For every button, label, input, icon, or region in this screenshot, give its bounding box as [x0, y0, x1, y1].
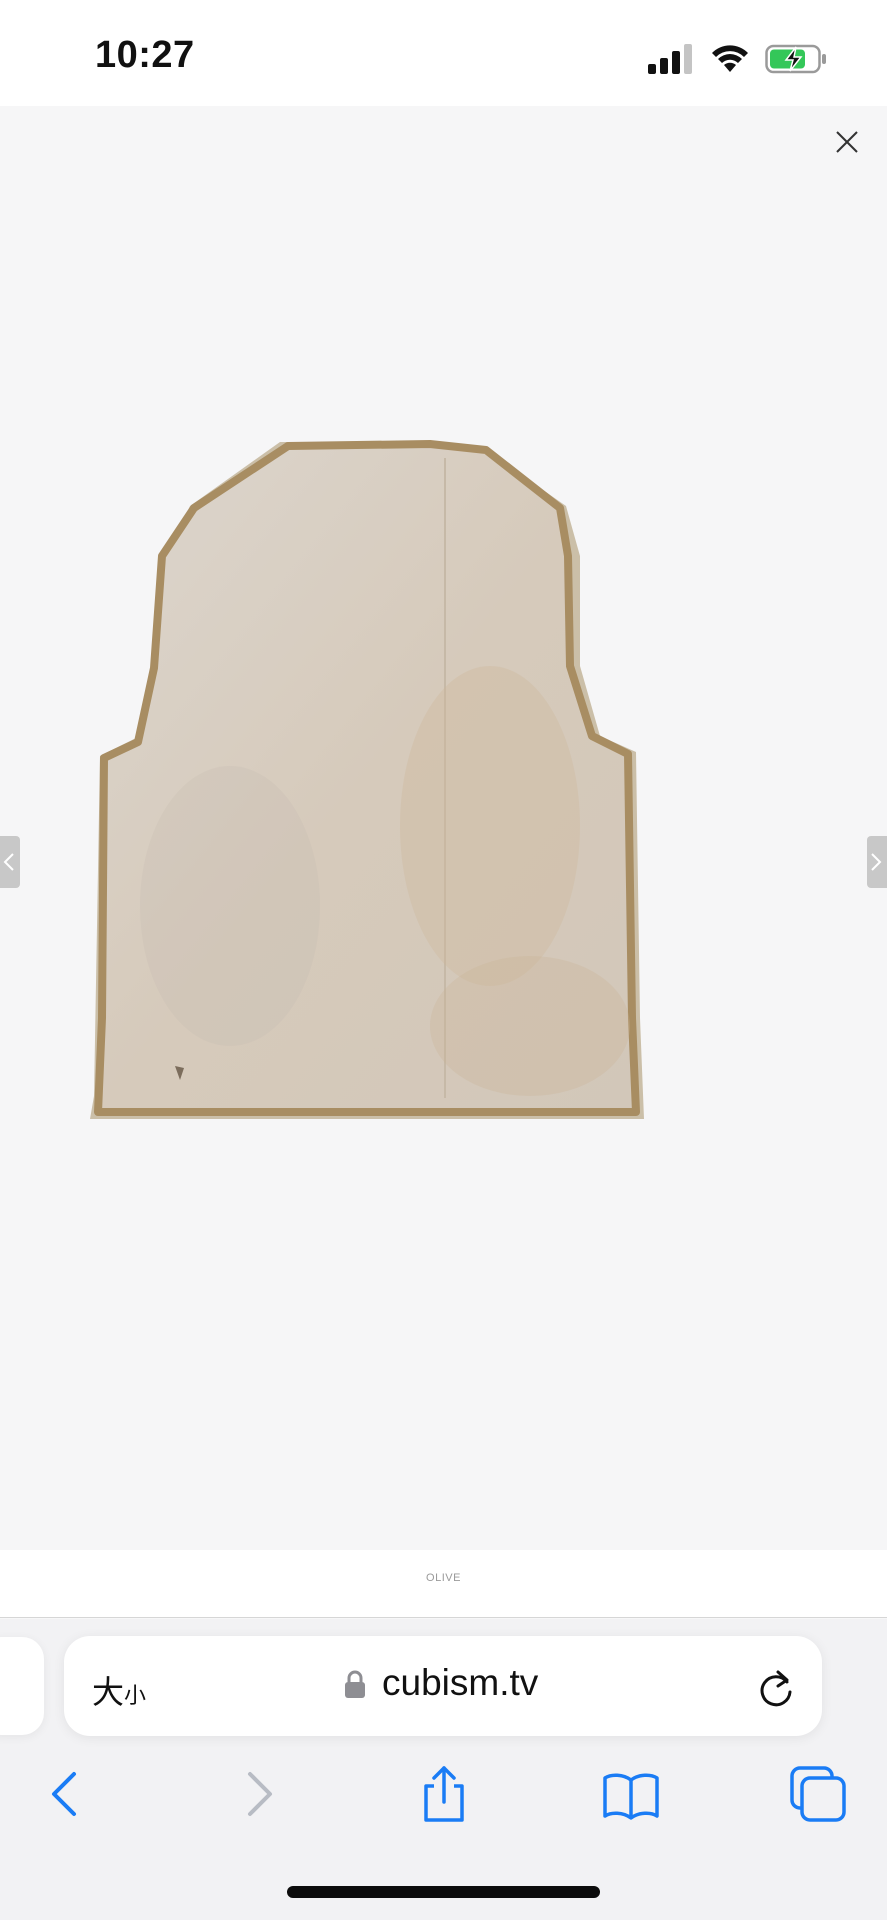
- previous-tab-card[interactable]: [0, 1637, 44, 1735]
- text-size-button[interactable]: 大小: [92, 1667, 146, 1713]
- chevron-left-icon: [3, 853, 14, 871]
- close-icon[interactable]: [825, 120, 869, 164]
- reload-icon[interactable]: [756, 1666, 796, 1708]
- cellular-signal-icon: [648, 44, 692, 74]
- battery-charging-icon: [765, 44, 826, 74]
- previous-image-arrow[interactable]: [0, 836, 20, 888]
- text-size-small-label: 小: [124, 1684, 147, 1709]
- tabs-button[interactable]: [786, 1762, 850, 1826]
- status-time: 10:27: [95, 34, 195, 76]
- address-bar[interactable]: 大小 cubism.tv: [64, 1636, 822, 1736]
- text-size-large-label: 大: [92, 1673, 125, 1711]
- chevron-right-icon: [871, 853, 882, 871]
- safari-screen: 10:27 OLIVE 大小 cubism.tv: [0, 0, 887, 1920]
- back-button[interactable]: [34, 1762, 98, 1826]
- wifi-icon: [712, 45, 748, 72]
- home-indicator: [287, 1886, 600, 1898]
- forward-button[interactable]: [226, 1762, 290, 1826]
- image-caption: OLIVE: [426, 1572, 461, 1584]
- share-button[interactable]: [412, 1762, 476, 1826]
- browser-chrome: 大小 cubism.tv: [0, 1619, 887, 1920]
- next-image-arrow[interactable]: [867, 836, 887, 888]
- image-viewer: [0, 106, 887, 1550]
- bookmarks-button[interactable]: [599, 1762, 663, 1826]
- caption-bar: OLIVE: [0, 1550, 887, 1618]
- vest-product-image: [90, 440, 644, 1119]
- status-bar: 10:27: [0, 0, 887, 106]
- lock-icon: [345, 1670, 365, 1698]
- url-domain[interactable]: cubism.tv: [382, 1662, 538, 1704]
